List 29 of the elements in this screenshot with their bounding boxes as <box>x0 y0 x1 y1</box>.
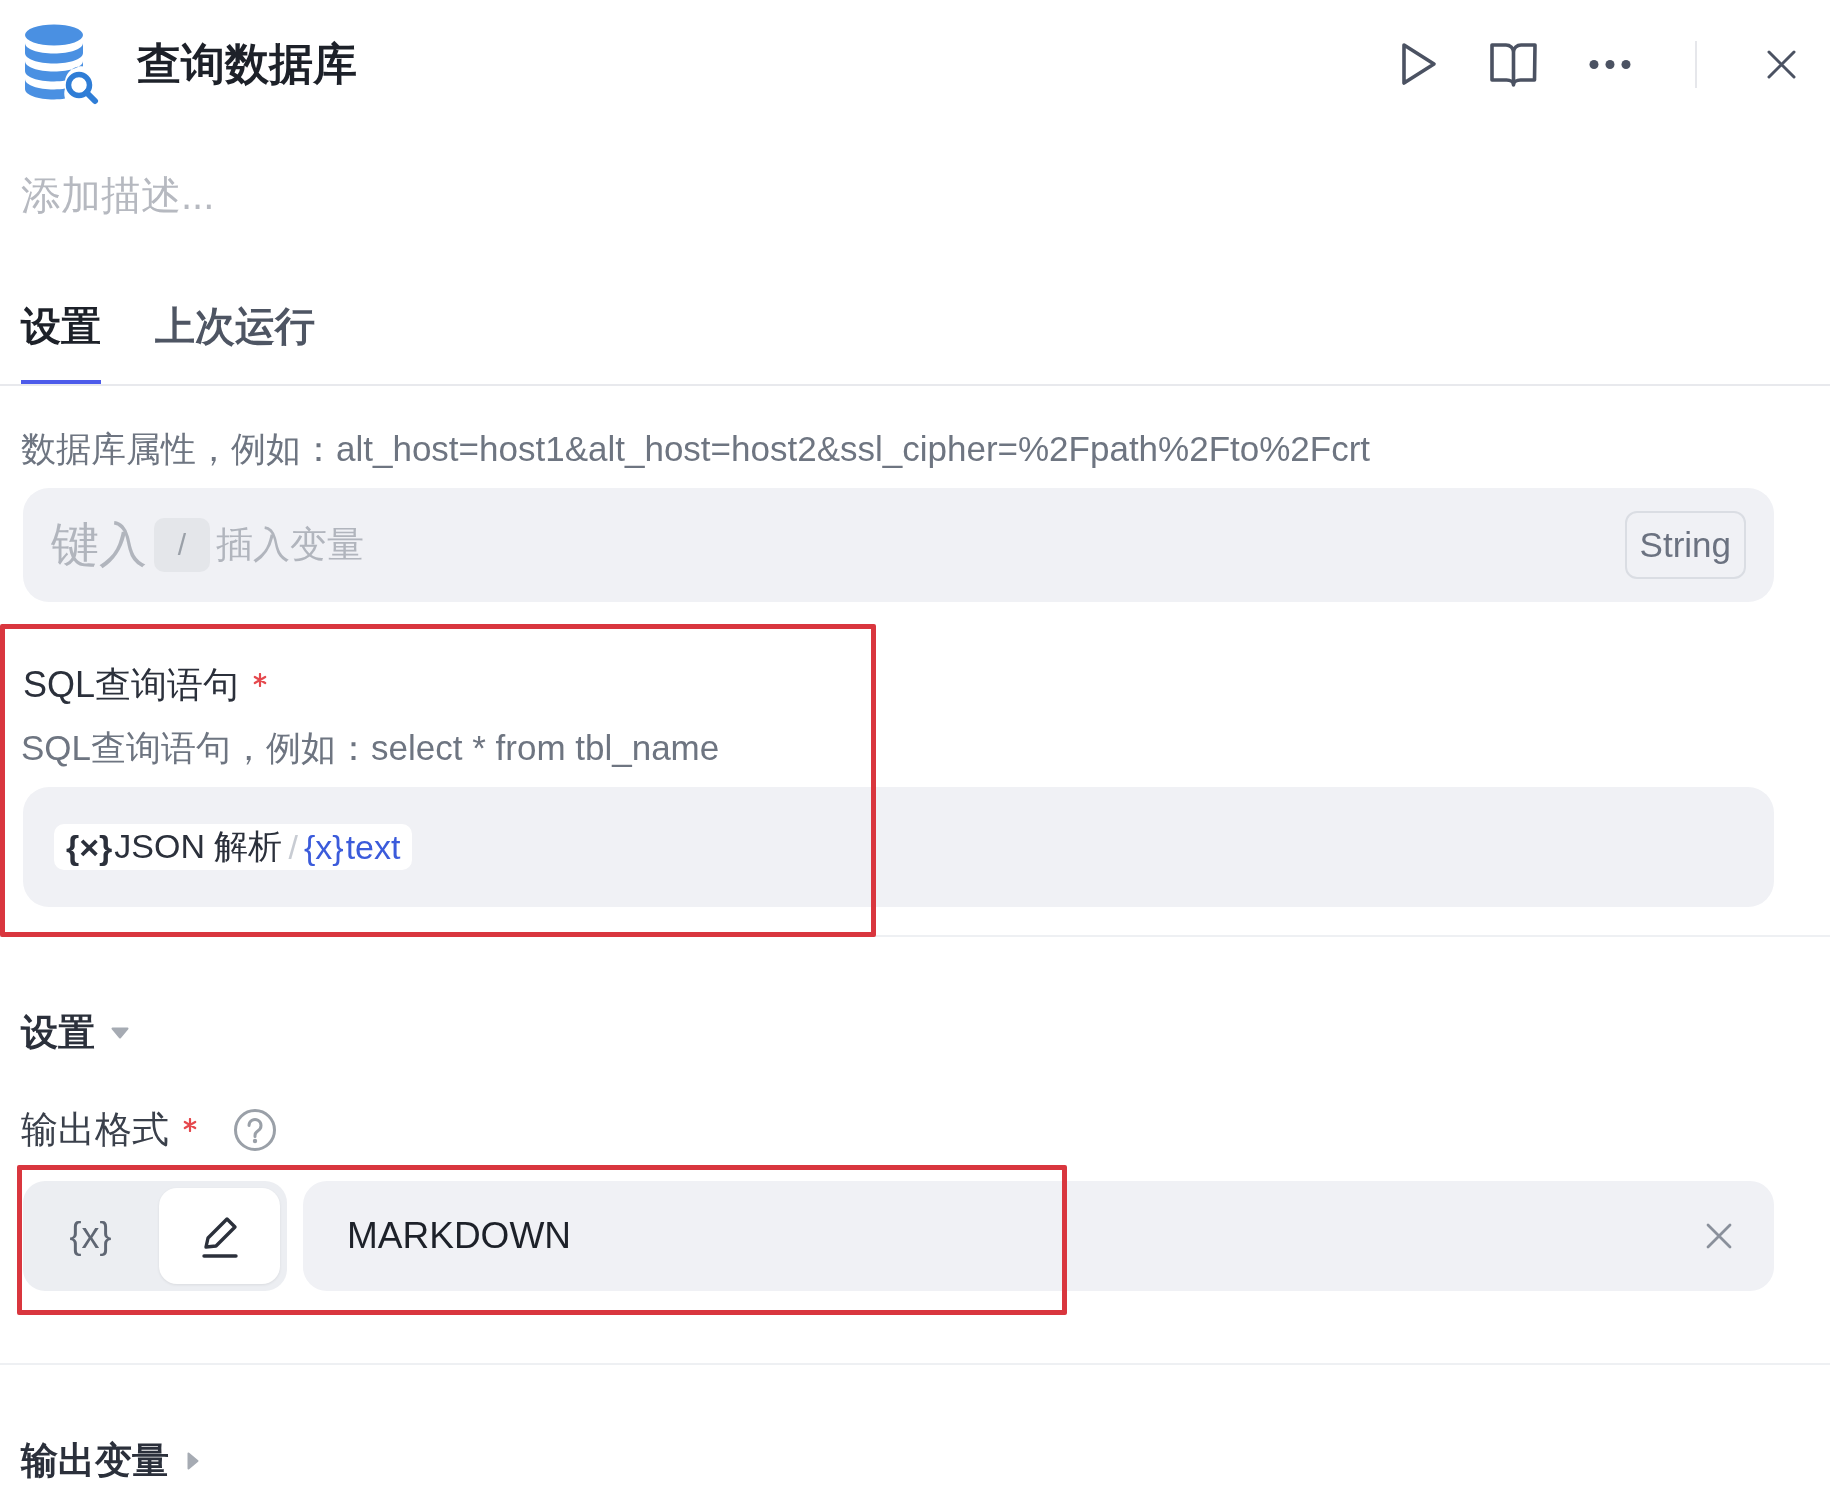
field-hint: 数据库属性，例如：alt_host=host1&alt_host=host2&ssl_cipher=%2Fpath%2Fto%2Fcrt <box>21 428 1372 470</box>
shortcut-key: / <box>154 518 210 572</box>
section-header[interactable]: 设置 <box>21 1009 95 1057</box>
tab[interactable]: 设置 <box>21 302 101 384</box>
variable-tag[interactable]: {×}JSON 解析 / {x}text <box>54 824 413 870</box>
database-search-icon <box>23 23 99 105</box>
tab[interactable]: 上次运行 <box>155 302 315 384</box>
type-badge: String <box>1624 511 1746 579</box>
field-hint: SQL查询语句，例如：select * from tbl_name <box>21 727 721 769</box>
placeholder-hint: 插入变量 <box>216 523 364 567</box>
mode-switch[interactable]: {x} <box>23 1181 287 1291</box>
more-icon[interactable] <box>1589 57 1631 71</box>
close-icon[interactable] <box>1766 48 1797 80</box>
field-value: MARKDOWN <box>347 1214 572 1258</box>
panel-title: 查询数据库 <box>137 38 357 90</box>
field-label: SQL查询语句 <box>23 663 240 707</box>
edit-mode-button[interactable] <box>159 1188 280 1284</box>
clear-icon[interactable] <box>1705 1222 1733 1250</box>
text-input-field[interactable]: 键入 / 插入变量 String <box>23 488 1774 602</box>
section-header[interactable]: 输出变量 <box>21 1437 169 1485</box>
play-icon[interactable] <box>1400 41 1438 87</box>
field-label: 输出格式 <box>21 1108 169 1152</box>
book-icon[interactable] <box>1489 40 1538 88</box>
output-format-field[interactable]: MARKDOWN <box>303 1181 1774 1291</box>
placeholder-text: 键入 <box>51 517 147 573</box>
description-input[interactable]: 添加描述... <box>21 169 251 221</box>
variable-input-field[interactable]: {×}JSON 解析 / {x}text <box>23 787 1774 907</box>
variable-mode-button[interactable]: {x} <box>30 1188 151 1284</box>
help-icon[interactable] <box>233 1108 277 1152</box>
